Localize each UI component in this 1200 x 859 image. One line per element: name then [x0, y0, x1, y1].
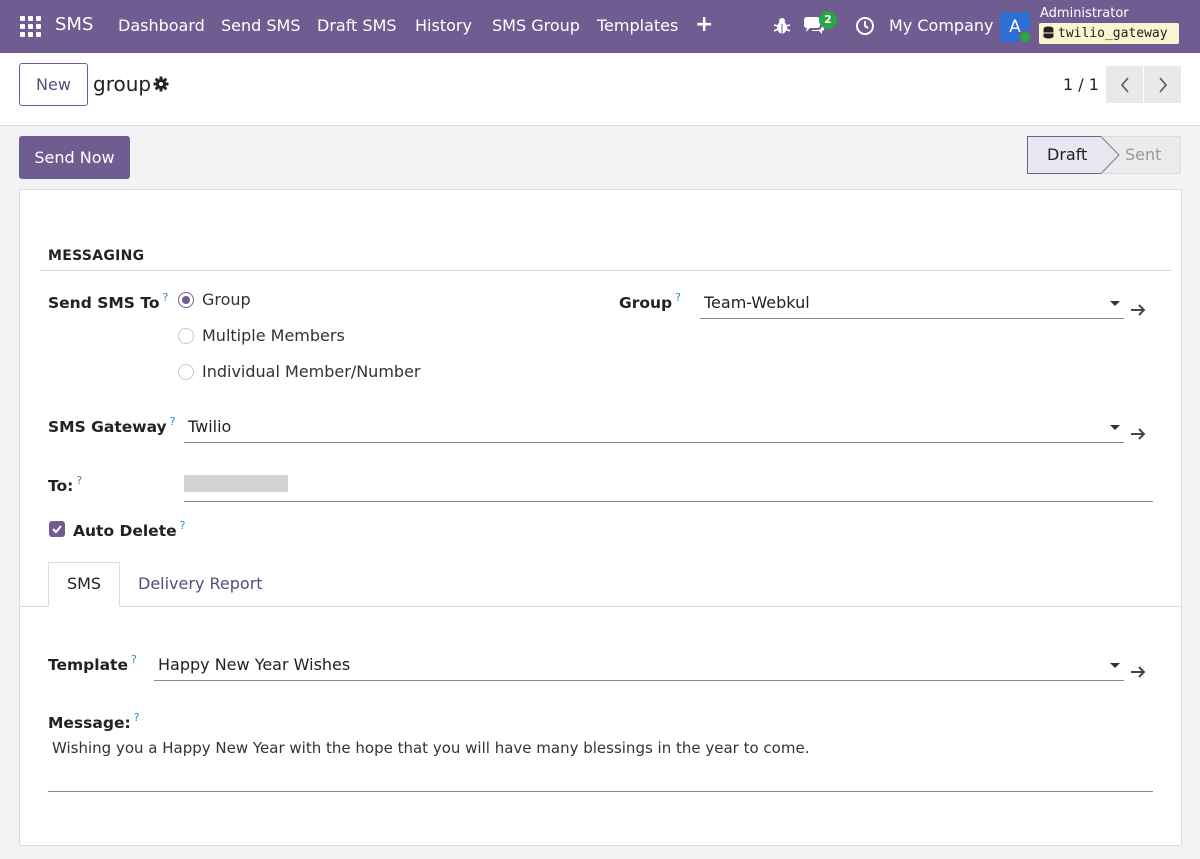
- gear-icon[interactable]: [153, 76, 169, 92]
- message-text[interactable]: Wishing you a Happy New Year with the ho…: [52, 738, 809, 758]
- open-record-arrow-icon[interactable]: [1130, 304, 1146, 316]
- chevron-left-icon: [1120, 76, 1129, 93]
- app-name[interactable]: SMS: [55, 15, 93, 35]
- tab-delivery-report[interactable]: Delivery Report: [138, 574, 263, 594]
- section-title: MESSAGING: [48, 248, 145, 264]
- message-label: Message:?: [48, 711, 140, 732]
- tab-sms[interactable]: SMS: [48, 562, 120, 607]
- template-select[interactable]: Happy New Year Wishes: [154, 655, 1124, 681]
- radio-multiple-members[interactable]: [178, 328, 194, 344]
- menu-draft-sms[interactable]: Draft SMS: [317, 16, 397, 36]
- auto-delete-label: Auto Delete?: [73, 519, 186, 540]
- help-icon[interactable]: ?: [170, 415, 176, 428]
- redacted-recipient: [184, 475, 288, 492]
- caret-down-icon: [1110, 663, 1120, 668]
- menu-templates[interactable]: Templates: [597, 16, 678, 36]
- sms-gateway-value: Twilio: [188, 417, 232, 436]
- help-icon[interactable]: ?: [76, 474, 82, 487]
- database-name-badge: twilio_gateway: [1039, 23, 1179, 44]
- help-icon[interactable]: ?: [131, 653, 137, 666]
- online-status-icon: [1018, 30, 1032, 44]
- caret-down-icon: [1110, 425, 1120, 430]
- stage-draft-label: Draft: [1047, 145, 1087, 164]
- open-record-arrow-icon[interactable]: [1130, 428, 1146, 440]
- help-icon[interactable]: ?: [675, 291, 681, 304]
- menu-send-sms[interactable]: Send SMS: [221, 16, 301, 36]
- group-label: Group?: [619, 291, 681, 312]
- radio-individual-member[interactable]: [178, 364, 194, 380]
- group-select[interactable]: Team-Webkul: [700, 293, 1124, 319]
- company-switcher[interactable]: My Company: [889, 16, 993, 36]
- bug-icon[interactable]: [772, 16, 792, 36]
- chevron-right-icon: [1158, 76, 1167, 93]
- menu-dashboard[interactable]: Dashboard: [118, 16, 205, 36]
- form-sheet: MESSAGING Send SMS To? Group Multiple Me…: [19, 189, 1182, 846]
- to-field[interactable]: [184, 474, 1153, 502]
- help-icon[interactable]: ?: [180, 519, 186, 532]
- database-icon: [1043, 26, 1054, 39]
- send-now-button[interactable]: Send Now: [19, 136, 130, 179]
- pager-value: 1 / 1: [1063, 75, 1099, 94]
- clock-icon[interactable]: [855, 16, 875, 36]
- section-divider: [40, 270, 1172, 271]
- menu-sms-group[interactable]: SMS Group: [492, 16, 580, 36]
- user-name[interactable]: Administrator: [1040, 6, 1129, 22]
- database-name: twilio_gateway: [1058, 26, 1168, 41]
- pager-previous-button[interactable]: [1106, 66, 1143, 103]
- stage-sent-label: Sent: [1125, 145, 1161, 164]
- template-label: Template?: [48, 653, 137, 674]
- check-icon: [52, 525, 62, 534]
- sms-gateway-select[interactable]: Twilio: [184, 417, 1124, 443]
- tabs-divider: [20, 606, 1181, 607]
- new-button[interactable]: New: [19, 63, 88, 106]
- group-value: Team-Webkul: [704, 293, 810, 312]
- top-navbar: SMS Dashboard Send SMS Draft SMS History…: [0, 0, 1200, 53]
- breadcrumb: group: [93, 72, 152, 96]
- menu-history[interactable]: History: [415, 16, 472, 36]
- radio-group[interactable]: [178, 292, 194, 308]
- auto-delete-checkbox[interactable]: [49, 521, 65, 537]
- radio-multiple-members-label[interactable]: Multiple Members: [202, 326, 345, 345]
- messages-count-badge: 2: [819, 11, 837, 29]
- open-record-arrow-icon[interactable]: [1130, 666, 1146, 678]
- add-menu-plus-icon[interactable]: +: [695, 14, 713, 36]
- to-label: To:?: [48, 474, 83, 495]
- control-panel: New group 1 / 1: [0, 53, 1200, 126]
- template-value: Happy New Year Wishes: [158, 655, 351, 674]
- help-icon[interactable]: ?: [134, 711, 140, 724]
- app-grid-icon[interactable]: [20, 16, 41, 37]
- send-sms-to-label: Send SMS To?: [48, 291, 169, 312]
- help-icon[interactable]: ?: [163, 291, 169, 304]
- radio-group-label[interactable]: Group: [202, 290, 251, 309]
- radio-individual-member-label[interactable]: Individual Member/Number: [202, 362, 420, 381]
- status-bar: Draft Sent: [1027, 136, 1181, 174]
- pager-next-button[interactable]: [1144, 66, 1181, 103]
- caret-down-icon: [1110, 301, 1120, 306]
- sms-gateway-label: SMS Gateway?: [48, 415, 176, 436]
